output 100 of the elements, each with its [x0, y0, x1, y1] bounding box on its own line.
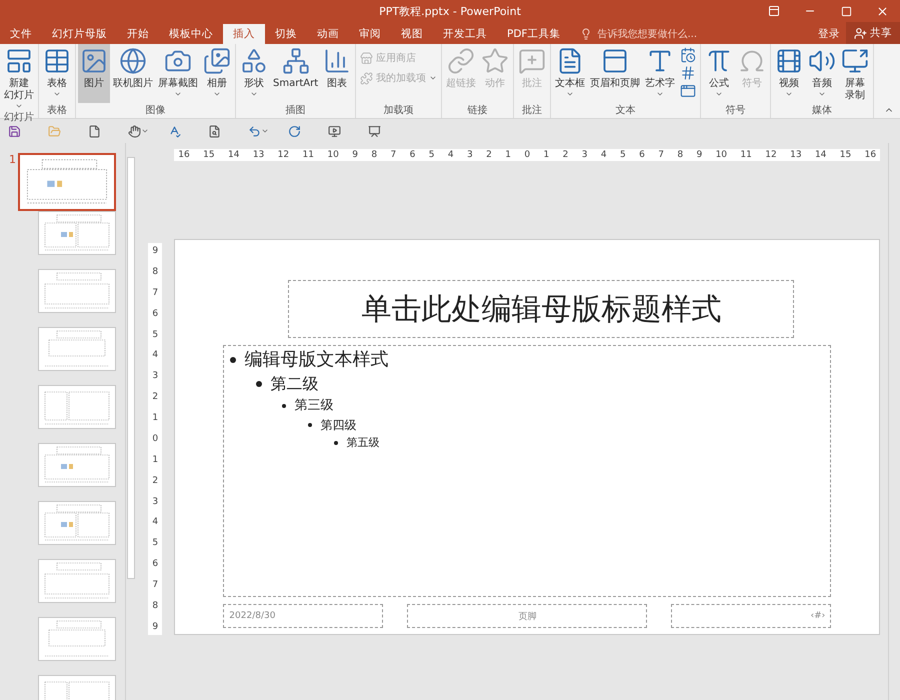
- ribbon-tab[interactable]: PDF工具集: [497, 24, 570, 44]
- ruler-number: 10: [327, 150, 339, 160]
- ruler-number: 8: [152, 600, 158, 611]
- ruler-number: 3: [582, 150, 588, 160]
- ribbon-tab[interactable]: 开始: [117, 24, 159, 44]
- ruler-number: 7: [390, 150, 396, 160]
- window-title: PPT教程.pptx - PowerPoint: [378, 4, 522, 18]
- ribbon-button[interactable]: 页眉和页脚: [588, 44, 642, 103]
- ribbon-button[interactable]: 音频: [806, 44, 838, 103]
- scrollbar[interactable]: [124, 143, 136, 700]
- group-label: 插图: [284, 104, 307, 118]
- undo-icon: [248, 124, 261, 138]
- caret-icon: [429, 74, 438, 82]
- comment-icon: [518, 47, 546, 75]
- share-button[interactable]: 共享: [846, 22, 900, 44]
- ribbon-button[interactable]: 图片: [78, 44, 110, 103]
- caret-icon: [250, 90, 258, 98]
- group-label: 幻灯片: [3, 110, 35, 125]
- ribbon-button[interactable]: 艺术字: [643, 44, 678, 103]
- ribbon-display-icon: [768, 5, 780, 17]
- close-icon: [876, 4, 888, 18]
- caret-icon: [656, 90, 664, 98]
- calendar-clock-icon: [680, 47, 696, 63]
- body-placeholder[interactable]: 编辑母版文本样式 第二级 第三级 第四级 第五级: [223, 345, 832, 597]
- ruler-number: 3: [152, 371, 158, 382]
- hash-icon: [680, 65, 696, 81]
- ruler-number: 2: [562, 150, 568, 160]
- ribbon-tab[interactable]: 开发工具: [433, 24, 497, 44]
- body-text: 第四级: [320, 417, 356, 434]
- ruler-number: 6: [152, 308, 158, 319]
- group-label: 图像: [144, 104, 166, 118]
- ruler-number: 5: [428, 150, 434, 160]
- ribbon-button[interactable]: 图表: [321, 44, 354, 103]
- date-placeholder[interactable]: 2022/8/30: [223, 604, 384, 628]
- ruler-number: 13: [252, 150, 264, 160]
- ruler-number: 9: [352, 150, 358, 160]
- title-placeholder[interactable]: 单击此处编辑母版标题样式: [288, 280, 794, 338]
- ruler-number: 14: [228, 150, 240, 160]
- user-icon: [854, 26, 867, 40]
- monitor-play-icon: [328, 124, 341, 138]
- header-icon: [601, 47, 630, 75]
- caret-icon: [53, 90, 61, 98]
- ribbon-tab[interactable]: 动画: [307, 24, 349, 44]
- ribbon-button[interactable]: SmartArt: [271, 44, 320, 103]
- ribbon-button[interactable]: 相册: [201, 44, 233, 103]
- caret-icon: [15, 102, 23, 110]
- ruler-number: 10: [716, 150, 728, 160]
- ribbon-button[interactable]: 视频: [773, 44, 806, 103]
- ribbon-tab[interactable]: 模板中心: [159, 24, 223, 44]
- store-icon: [360, 52, 374, 64]
- ruler-number: 6: [410, 150, 416, 160]
- login-link[interactable]: 登录: [812, 24, 846, 44]
- body-text: 第三级: [294, 397, 334, 415]
- ribbon-button[interactable]: 表格: [41, 44, 73, 103]
- puzzle-icon: [360, 72, 374, 84]
- ribbon-button[interactable]: 公式: [703, 44, 736, 103]
- slide-number-placeholder[interactable]: ‹#›: [671, 604, 832, 628]
- footer-placeholder[interactable]: 页脚: [407, 604, 648, 628]
- ruler-number: 7: [152, 580, 158, 590]
- spell-check-icon: [168, 124, 181, 138]
- ribbon-tab[interactable]: 幻灯片母版: [42, 24, 117, 44]
- window-icon: [680, 83, 696, 99]
- ribbon-tab[interactable]: 文件: [0, 24, 42, 44]
- group-label: 媒体: [811, 104, 834, 118]
- caret-icon: [141, 127, 149, 135]
- ruler-number: 16: [178, 150, 190, 160]
- caret-icon: [715, 90, 724, 98]
- ribbon-tab[interactable]: 插入: [223, 24, 265, 44]
- ribbon-button[interactable]: 屏幕截图: [156, 44, 200, 103]
- maximize-icon: [840, 6, 852, 16]
- ruler-number: 5: [620, 150, 626, 160]
- ruler-number: 0: [524, 150, 530, 160]
- ribbon-button[interactable]: 新建 幻灯片: [2, 44, 36, 110]
- ribbon-button[interactable]: 文本框: [553, 44, 588, 103]
- ruler-number: 8: [152, 266, 158, 277]
- lightbulb-icon: [580, 28, 592, 40]
- ribbon-tab[interactable]: 视图: [391, 24, 433, 44]
- group-label: 符号: [724, 104, 747, 118]
- file-icon: [88, 124, 101, 138]
- globe-icon: [119, 47, 147, 75]
- ruler-number: 14: [814, 150, 826, 160]
- ruler-number: 12: [278, 150, 290, 160]
- ribbon-button[interactable]: 屏幕 录制: [839, 44, 872, 103]
- film-icon: [775, 47, 804, 75]
- ruler-number: 6: [152, 559, 158, 570]
- ruler-number: 1: [505, 150, 511, 160]
- ribbon-button[interactable]: 联机图片: [111, 44, 155, 103]
- ruler-number: 11: [740, 150, 752, 160]
- ruler-number: 3: [466, 150, 473, 160]
- bar-chart-icon: [323, 47, 352, 75]
- caret-icon: [785, 90, 794, 98]
- ribbon-tab[interactable]: 审阅: [349, 24, 391, 44]
- bullet-icon: [282, 404, 286, 408]
- ribbon-tab[interactable]: 切换: [265, 24, 307, 44]
- group-label: 加载项: [382, 104, 415, 118]
- group-label: 链接: [466, 104, 489, 118]
- ruler-number: 4: [448, 150, 454, 160]
- ribbon-button[interactable]: 形状: [238, 44, 270, 103]
- tell-me-field[interactable]: 告诉我您想要做什么...: [595, 28, 740, 40]
- caret-icon: [213, 90, 221, 98]
